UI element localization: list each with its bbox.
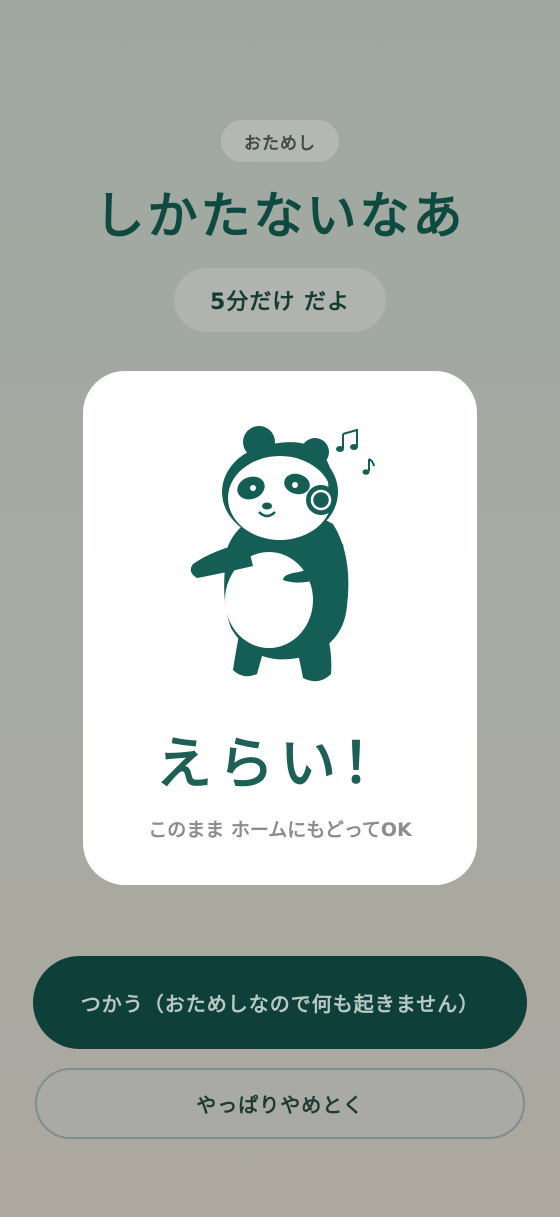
result-card: えらい！ このまま ホームにもどってOK <box>83 371 477 885</box>
page-title: しかたないなあ <box>94 187 466 245</box>
cancel-button[interactable]: やっぱりやめとく <box>35 1068 525 1139</box>
praise-headline: えらい！ <box>156 732 404 797</box>
panda-with-headphones-icon <box>190 426 375 682</box>
duration-pill: 5分だけ だよ <box>174 268 386 332</box>
trial-badge: おためし <box>221 120 339 162</box>
return-home-message: このまま ホームにもどってOK <box>148 819 412 841</box>
use-button[interactable]: つかう（おためしなので何も起きません） <box>33 956 527 1049</box>
